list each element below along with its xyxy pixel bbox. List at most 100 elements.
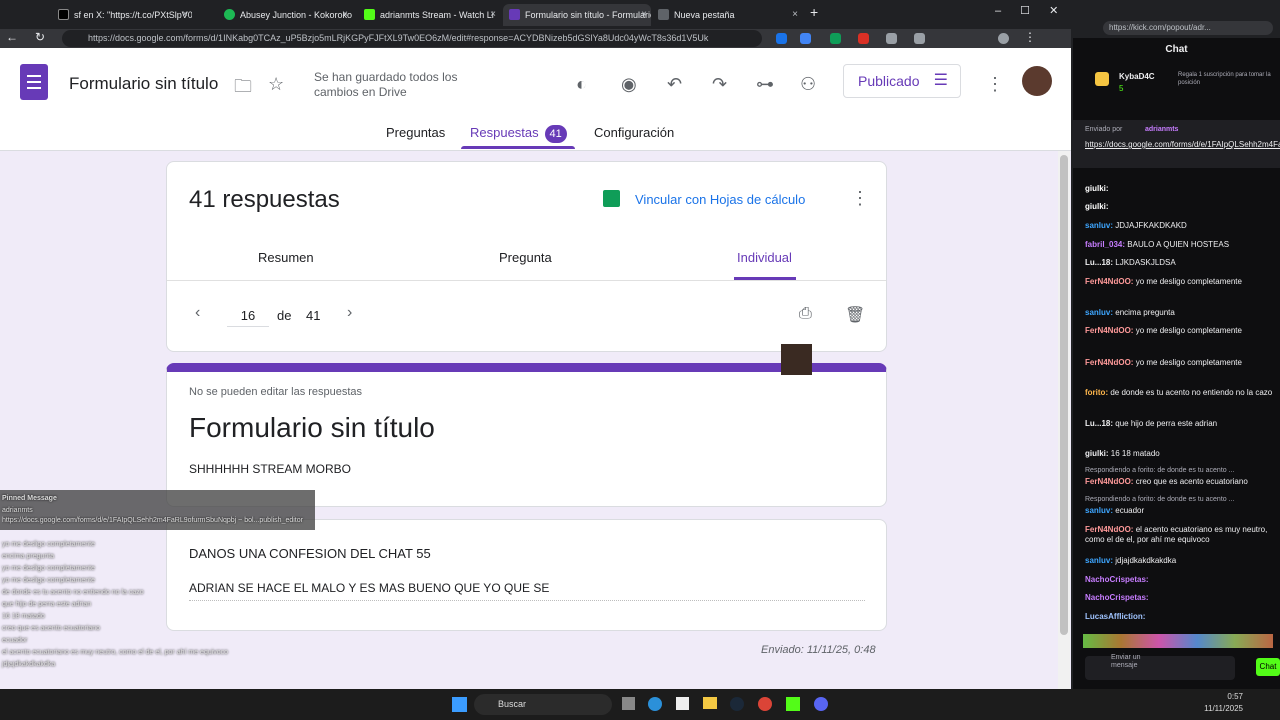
task-view-icon[interactable] — [622, 697, 635, 710]
tab-music[interactable]: Abusey Junction - Kokoroko × — [218, 4, 352, 26]
discord-icon[interactable] — [814, 697, 828, 711]
chat-username[interactable]: Lu...18: — [1085, 419, 1113, 428]
forms-header: Formulario sin título 🗀 ☆ Se han guardad… — [0, 48, 1071, 151]
taskbar-search[interactable]: Buscar — [474, 694, 612, 715]
tab-kick[interactable]: adrianmts Stream - Watch Li × — [358, 4, 500, 26]
chat-username[interactable]: LucasAffliction: — [1085, 612, 1145, 621]
chat-username[interactable]: NachoCrispetas: — [1085, 575, 1149, 584]
emote-bar[interactable] — [1083, 634, 1273, 648]
scrollbar-thumb[interactable] — [1060, 155, 1068, 635]
subtab-question[interactable]: Pregunta — [499, 250, 552, 265]
close-icon[interactable]: × — [490, 4, 496, 26]
close-icon[interactable]: × — [182, 4, 188, 26]
folder-icon[interactable]: 🗀 — [234, 74, 252, 104]
tab-x[interactable]: sf en X: "https://t.co/PXtSlpV0AU"× — [52, 4, 192, 26]
send-chat-button[interactable]: Chat — [1256, 658, 1280, 676]
document-title[interactable]: Formulario sin título — [69, 74, 218, 94]
chat-message: LucasAffliction: — [1085, 612, 1275, 622]
chat-text: de donde es tu acento no entiendo no la … — [1110, 388, 1273, 397]
extension-icon[interactable] — [800, 33, 811, 44]
explorer-icon[interactable] — [703, 697, 717, 709]
response-header-card: No se pueden editar las respuestas Formu… — [166, 344, 887, 507]
scrollbar[interactable] — [1058, 151, 1070, 689]
clock-time[interactable]: 0:57 — [1203, 692, 1243, 701]
more-menu-icon[interactable]: ⋮ — [986, 74, 1004, 95]
pager-total: 41 — [306, 308, 321, 323]
close-icon[interactable]: × — [641, 4, 647, 26]
reload-icon[interactable]: ↻ — [32, 30, 48, 44]
chat-username[interactable]: FerN4NdOO: — [1085, 358, 1133, 367]
extension-icon[interactable] — [914, 33, 925, 44]
chat-username[interactable]: sanluv: — [1085, 308, 1113, 317]
palette-icon[interactable]: ◐ — [576, 74, 587, 95]
kick-app-icon[interactable] — [786, 697, 800, 711]
chat-input[interactable]: Enviar un mensaje — [1085, 654, 1235, 680]
store-icon[interactable] — [676, 697, 689, 710]
chat-username[interactable]: sanluv: — [1085, 221, 1113, 230]
clock-date[interactable]: 11/11/2025 — [1203, 704, 1243, 713]
overlay-chat-line: jdjajdkakdkakdka — [2, 661, 56, 668]
tab-responses-label: Respuestas — [470, 125, 539, 140]
chat-message: sanluv: encima pregunta — [1085, 308, 1275, 318]
chat-username[interactable]: FerN4NdOO: — [1085, 326, 1133, 335]
tab-new[interactable]: Nueva pestaña × — [652, 4, 802, 26]
close-icon[interactable]: × — [342, 4, 348, 26]
subtab-individual[interactable]: Individual — [737, 250, 792, 265]
chat-username[interactable]: FerN4NdOO: — [1085, 477, 1133, 486]
chat-username[interactable]: NachoCrispetas: — [1085, 593, 1149, 602]
print-icon[interactable]: ⎙ — [799, 305, 812, 323]
chat-message: sanluv: jdjajdkakdkakdka — [1085, 556, 1275, 566]
more-options-icon[interactable]: ⋮ — [851, 188, 869, 209]
chat-username[interactable]: FerN4NdOO: — [1085, 277, 1133, 286]
chat-username[interactable]: giulki: — [1085, 184, 1109, 193]
next-response-icon[interactable]: › — [347, 304, 352, 322]
steam-icon[interactable] — [730, 697, 744, 711]
extension-icon[interactable] — [886, 33, 897, 44]
tab-settings[interactable]: Configuración — [594, 125, 674, 140]
star-icon[interactable]: ☆ — [268, 74, 284, 95]
taskbar-search-label: Buscar — [498, 699, 527, 709]
chrome-icon[interactable] — [758, 697, 772, 711]
response-number-input[interactable]: 16 — [227, 308, 269, 327]
extension-icon[interactable] — [776, 33, 787, 44]
chat-username[interactable]: giulki: — [1085, 449, 1109, 458]
gift-cta[interactable]: Regala 1 suscripción para tomar la posic… — [1178, 71, 1274, 87]
chat-username[interactable]: fabril_034: — [1085, 240, 1125, 249]
delete-icon[interactable]: 🗑 — [845, 305, 865, 325]
previous-response-icon[interactable]: ‹ — [195, 304, 200, 322]
url-input[interactable]: https://docs.google.com/forms/d/1INKabg0… — [62, 30, 762, 47]
google-forms-icon[interactable] — [20, 64, 48, 100]
redo-icon[interactable]: ↷ — [712, 74, 727, 95]
profile-icon[interactable] — [998, 33, 1009, 44]
link-icon[interactable]: ⊶ — [756, 74, 774, 95]
published-button[interactable]: Publicado ☰ — [843, 64, 961, 98]
avatar[interactable] — [1022, 66, 1052, 96]
tab-forms[interactable]: Formulario sin título - Formulario × — [503, 4, 651, 26]
new-tab-button[interactable]: + — [810, 4, 818, 20]
edge-icon[interactable] — [648, 697, 662, 711]
close-icon[interactable]: × — [792, 4, 798, 26]
menu-icon[interactable]: ⋮ — [1022, 30, 1038, 44]
extension-icon[interactable] — [830, 33, 841, 44]
back-icon[interactable]: ← — [4, 30, 20, 44]
link-sheets-button[interactable]: Vincular con Hojas de cálculo — [635, 192, 805, 207]
chat-username[interactable]: sanluv: — [1085, 506, 1113, 515]
chat-username[interactable]: sanluv: — [1085, 556, 1113, 565]
chat-username[interactable]: forito: — [1085, 388, 1108, 397]
add-collaborator-icon[interactable]: ⚇ — [800, 74, 816, 95]
sheets-icon[interactable] — [603, 190, 620, 207]
tab-responses[interactable]: Respuestas 41 — [470, 125, 567, 143]
chat-username[interactable]: FerN4NdOO: — [1085, 525, 1133, 534]
windows-start-icon[interactable] — [452, 697, 467, 712]
chat-username[interactable]: giulki: — [1085, 202, 1109, 211]
pinned-link[interactable]: https://docs.google.com/forms/d/e/1FAIpQ… — [1085, 140, 1280, 150]
extension-icon[interactable] — [858, 33, 869, 44]
undo-icon[interactable]: ↶ — [667, 74, 682, 95]
chat-text: JDJAJFKAKDKAKD — [1115, 221, 1187, 230]
subtab-summary[interactable]: Resumen — [258, 250, 314, 265]
preview-eye-icon[interactable]: ◉ — [621, 74, 637, 95]
chat-username[interactable]: Lu...18: — [1085, 258, 1113, 267]
tab-questions[interactable]: Preguntas — [386, 125, 445, 140]
window-controls[interactable]: – ☐ ✕ — [995, 4, 1058, 17]
chat-url-input[interactable]: https://kick.com/popout/adr... — [1103, 21, 1273, 35]
